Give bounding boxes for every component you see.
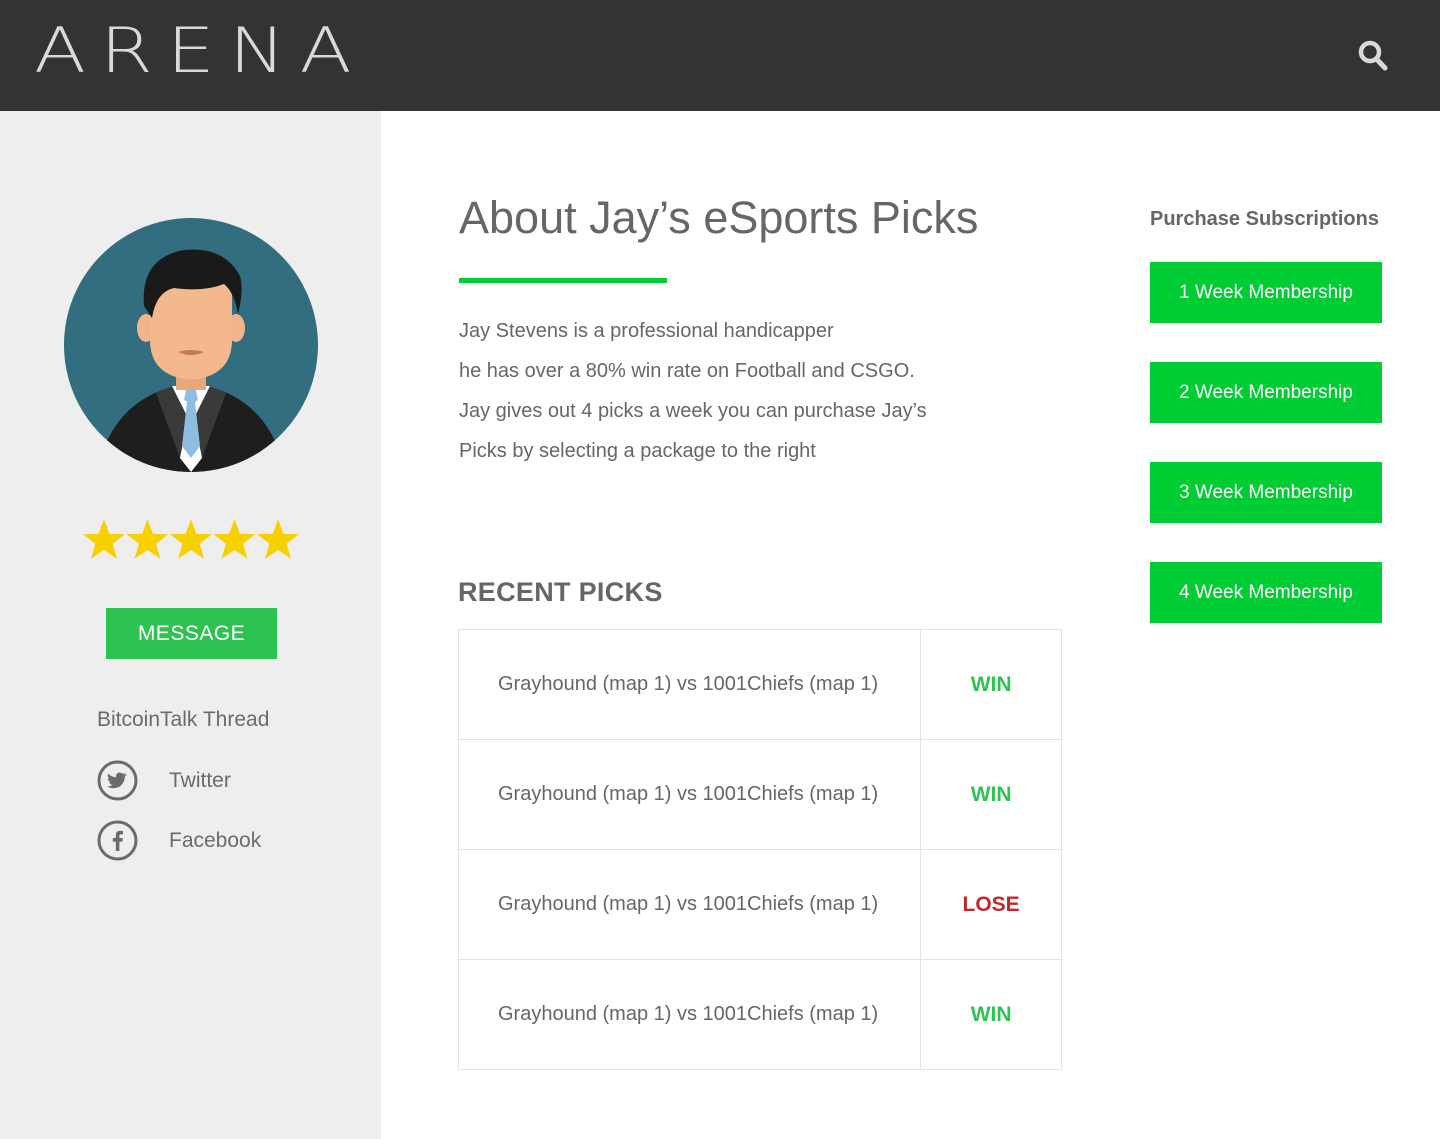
top-header: ARENA [0,0,1440,111]
recent-picks-table: Grayhound (map 1) vs 1001Chiefs (map 1) … [457,629,1062,1070]
page-title: About Jay’s eSports Picks [459,192,979,243]
message-button[interactable]: MESSAGE [106,608,277,659]
subscriptions-heading: Purchase Subscriptions [1150,208,1379,230]
rating-stars [83,519,299,559]
table-row: Grayhound (map 1) vs 1001Chiefs (map 1) … [457,959,1062,1070]
about-line: Jay Stevens is a professional handicappe… [459,320,834,342]
recent-picks-heading: RECENT PICKS [458,577,663,607]
twitter-link[interactable]: Twitter [97,760,231,801]
facebook-icon [97,820,138,861]
pick-match: Grayhound (map 1) vs 1001Chiefs (map 1) [457,959,922,1070]
star-icon [257,519,299,559]
about-line: Picks by selecting a package to the righ… [459,440,816,462]
pick-match: Grayhound (map 1) vs 1001Chiefs (map 1) [457,629,922,740]
search-icon[interactable] [1358,40,1388,72]
pick-result: WIN [920,739,1062,850]
star-icon [213,519,256,559]
pick-match: Grayhound (map 1) vs 1001Chiefs (map 1) [457,739,922,850]
pick-result: LOSE [920,849,1062,960]
pick-result: WIN [920,959,1062,1070]
subscription-3-week-button[interactable]: 3 Week Membership [1150,462,1382,523]
twitter-label: Twitter [169,768,231,792]
facebook-link[interactable]: Facebook [97,820,261,861]
subscription-2-week-button[interactable]: 2 Week Membership [1150,362,1382,423]
user-avatar-icon [104,249,278,472]
pick-match: Grayhound (map 1) vs 1001Chiefs (map 1) [457,849,922,960]
twitter-icon [97,760,138,801]
bitcointalk-thread-link[interactable]: BitcoinTalk Thread [97,708,269,732]
subscription-1-week-button[interactable]: 1 Week Membership [1150,262,1382,323]
table-row: Grayhound (map 1) vs 1001Chiefs (map 1) … [457,849,1062,960]
about-line: he has over a 80% win rate on Football a… [459,360,915,382]
pick-result: WIN [920,629,1062,740]
profile-sidebar: MESSAGE BitcoinTalk Thread Twitter Faceb… [0,111,381,1139]
star-icon [170,519,212,559]
site-logo[interactable]: ARENA [34,18,366,84]
avatar [64,218,318,472]
title-underline [459,278,667,283]
about-text: Jay Stevens is a professional handicappe… [459,311,1019,471]
about-line: Jay gives out 4 picks a week you can pur… [459,400,927,422]
table-row: Grayhound (map 1) vs 1001Chiefs (map 1) … [457,629,1062,740]
star-icon [126,519,169,559]
star-icon [83,519,125,559]
table-row: Grayhound (map 1) vs 1001Chiefs (map 1) … [457,739,1062,850]
facebook-label: Facebook [169,828,262,852]
subscription-4-week-button[interactable]: 4 Week Membership [1150,562,1382,623]
